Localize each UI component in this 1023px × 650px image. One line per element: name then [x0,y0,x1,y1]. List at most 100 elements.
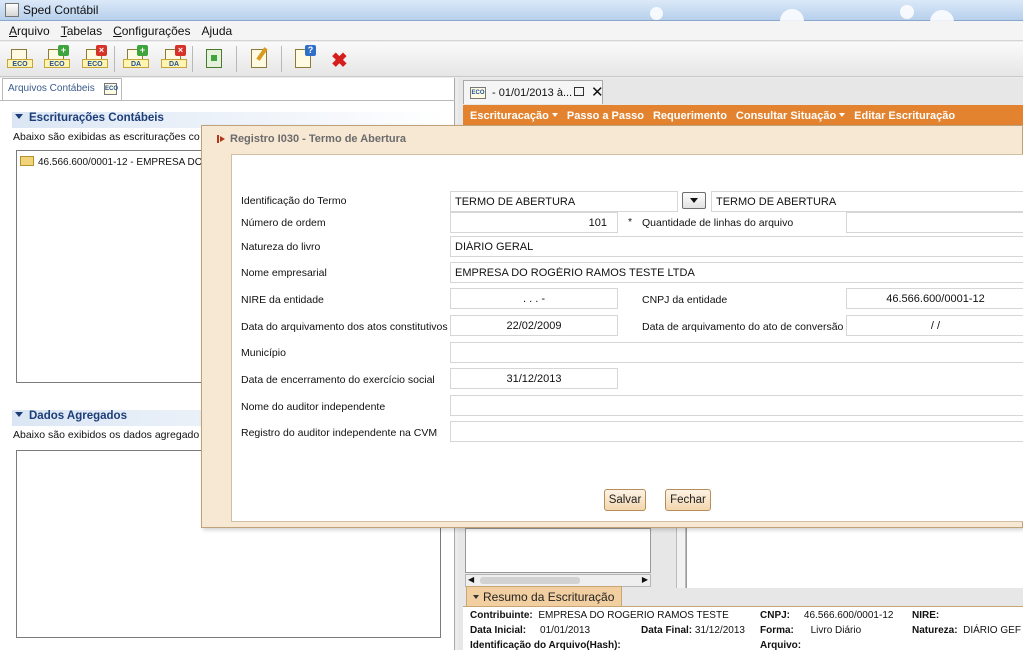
numero-ordem-input[interactable] [450,212,618,233]
field-label: CNPJ: [760,610,791,621]
resumo-data-inicial: Data Inicial: 01/01/2013 [470,625,590,636]
delete-da-button[interactable]: DA × [160,45,187,71]
qtd-linhas-label: Quantidade de linhas do arquivo [642,217,794,229]
menu-tabelas[interactable]: Tabelas [56,24,108,38]
section-title: Dados Agregados [29,410,127,422]
municipio-label: Município [241,347,286,359]
qtd-linhas-input[interactable] [846,212,1023,233]
data-conversao-input[interactable] [846,315,1023,336]
menu-hotkey: A [9,23,18,38]
collapse-icon [15,412,23,417]
tab-arquivos-contabeis[interactable]: Arquivos Contábeis ECO [2,78,122,100]
icon-label: ECO [82,59,108,68]
collapse-icon [15,114,23,119]
close-icon: ✖ [331,50,348,72]
toolbar-separator [114,46,115,72]
identificacao-select[interactable] [711,191,1023,212]
decor-bubble [900,5,914,19]
tab-label: Resumo da Escrituração [483,590,615,604]
menu-passo-a-passo[interactable]: Passo a Passo [567,110,644,122]
municipio-input[interactable] [450,342,1023,363]
nire-input[interactable] [450,288,618,309]
fechar-button[interactable]: Fechar [665,489,711,511]
resumo-natureza: Natureza: DIÁRIO GEF [912,625,1021,636]
field-value: 01/01/2013 [540,625,591,636]
menu-configuracoes[interactable]: Configurações [108,24,196,38]
menu-escrituracao[interactable]: Escrituracação [470,110,558,122]
menu-ajuda[interactable]: Ajuda [196,24,238,38]
section-description: Abaixo são exibidas as escriturações co [13,131,200,143]
menu-label: Requerimento [652,110,727,122]
tab-escrituracao[interactable]: ECO - 01/01/2013 à... ✕ [463,80,604,104]
field-value: 31/12/2013 [694,625,745,636]
export-arrow-icon [211,55,217,61]
required-marker: * [628,216,633,228]
menu-hotkey: C [113,23,122,38]
dialog-icon [217,135,225,143]
menu-arquivo[interactable]: Arquivo [4,24,56,38]
data-arquivamento-input[interactable] [450,315,618,336]
open-eco-button[interactable]: ECO [6,47,33,71]
natureza-input[interactable] [450,236,1023,257]
menu-label: abelas [66,23,103,38]
title-bar: Sped Contábil [0,0,1023,34]
new-eco-button[interactable]: ECO + [43,45,70,71]
scroll-thumb[interactable] [480,577,580,584]
scroll-left-icon[interactable]: ◀ [468,575,474,584]
resumo-arquivo: Arquivo: [760,640,801,650]
salvar-button[interactable]: Salvar [604,489,646,511]
field-label: Identificação do Arquivo(Hash): [470,640,621,650]
vertical-scrollbar[interactable] [676,528,686,588]
app-icon [5,3,19,17]
menu-consultar-situacao[interactable]: Consultar Situação [736,110,846,122]
window-title: Sped Contábil [23,3,99,17]
icon-label: DA [161,59,187,68]
escrituracao-menu-bar: Escrituracação Passo a Passo Requeriment… [463,105,1023,127]
auditor-input[interactable] [450,395,1023,416]
dialog-title: Registro I030 - Termo de Abertura [217,133,406,145]
identificacao-label: Identificação do Termo [241,195,347,207]
field-label: Contribuinte: [470,610,533,621]
help-button[interactable]: ? [290,45,316,71]
export-button[interactable] [201,47,227,71]
registro-auditor-label: Registro do auditor independente na CVM [241,427,438,439]
registro-auditor-input[interactable] [450,421,1023,442]
field-value: EMPRESA DO ROGERIO RAMOS TESTE [538,610,729,621]
new-da-button[interactable]: DA + [122,45,149,71]
auditor-label: Nome do auditor independente [241,401,386,413]
caret-down-icon [839,113,846,117]
question-badge-icon: ? [305,45,316,56]
menu-requerimento[interactable]: Requerimento [653,110,727,122]
close-tab-icon[interactable]: ✕ [591,83,604,101]
natureza-label: Natureza do livro [241,241,321,253]
menu-bar: Arquivo Tabelas Configurações Ajuda [0,21,1023,41]
identificacao-dropdown-button[interactable] [682,192,706,209]
data-encerramento-input[interactable] [450,368,618,389]
cnpj-label: CNPJ da entidade [642,294,728,306]
icon-label: DA [123,59,149,68]
scroll-right-icon[interactable]: ▶ [642,575,648,584]
identificacao-input[interactable] [450,191,678,212]
nome-empresarial-input[interactable] [450,262,1023,283]
toolbar-separator [236,46,237,72]
menu-label: onfigurações [121,23,191,38]
tab-resumo[interactable]: Resumo da Escrituração [466,586,622,606]
termo-abertura-dialog: Registro I030 - Termo de Abertura Identi… [201,125,1023,528]
tree-view[interactable] [465,528,651,573]
toolbar-separator [192,46,193,72]
menu-editar-escrituracao[interactable]: Editar Escrituração [854,110,955,122]
list-item-label: 46.566.600/0001-12 - EMPRESA DO [38,157,203,168]
delete-eco-button[interactable]: ECO × [81,45,108,71]
section-description: Abaixo são exibidos os dados agregado [13,429,200,441]
restore-icon[interactable] [574,87,584,96]
detail-view [686,528,1023,588]
numero-ordem-label: Número de ordem [241,217,326,229]
close-button[interactable]: ✖ [326,47,352,72]
menu-label: Editar Escrituração [854,110,956,122]
cnpj-input[interactable] [846,288,1023,309]
edit-button[interactable] [246,47,272,71]
field-label: Forma: [760,625,794,636]
nire-label: NIRE da entidade [241,294,324,306]
toolbar: ECO ECO + ECO × DA + DA × ? ✖ [0,42,1023,77]
resumo-nire: NIRE: [912,610,939,621]
